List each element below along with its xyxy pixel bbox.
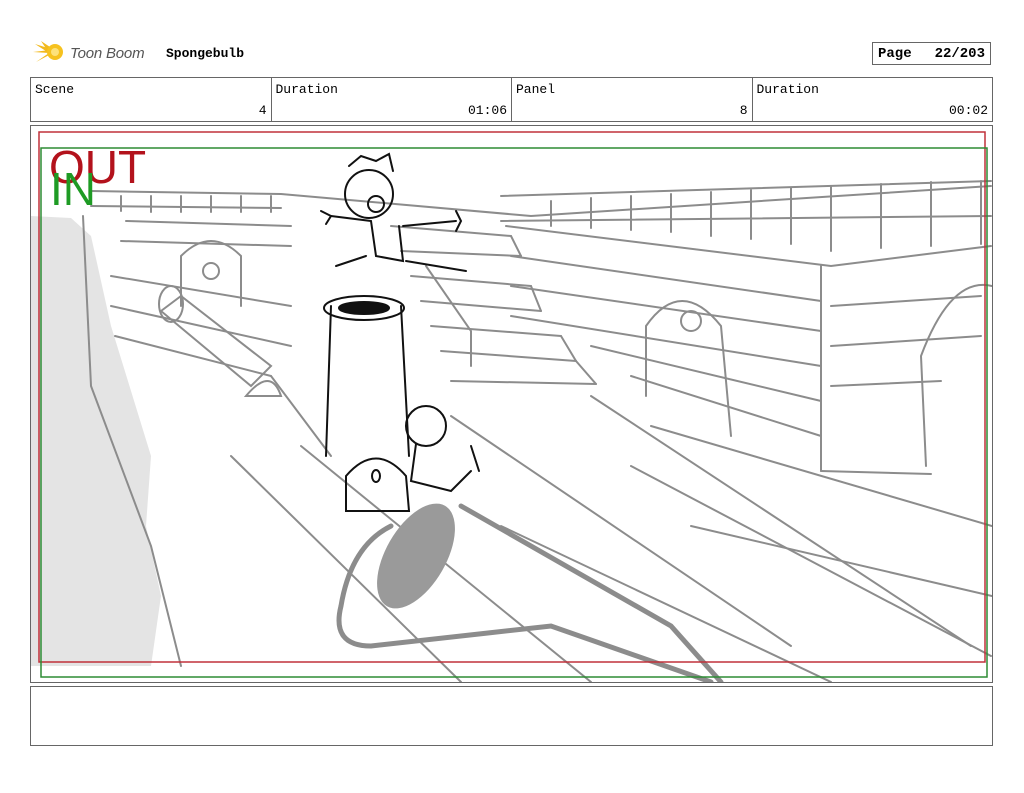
page-indicator: Page 22/203 [872,42,991,65]
scene-cell: Scene 4 [31,78,272,121]
page-number: 22/203 [934,45,985,62]
toon-boom-star-icon [33,41,63,62]
panel-duration-label: Duration [756,82,819,97]
scene-value: 4 [258,103,267,118]
logo-text: Toon Boom [70,44,145,62]
page-label: Page [878,45,912,62]
panel-cell: Panel 8 [512,78,753,121]
in-frame-label: IN [50,163,96,215]
toon-boom-logo: Toon Boom [33,37,145,69]
panel-duration-cell: Duration 00:02 [753,78,993,121]
project-title: Spongebulb [166,46,245,61]
panel-value: 8 [739,103,748,118]
scene-duration-value: 01:06 [467,103,507,118]
storyboard-panel: OUT IN [30,125,993,683]
scene-duration-cell: Duration 01:06 [272,78,512,121]
panel-sketch [31,131,992,682]
panel-label: Panel [516,82,556,97]
scene-info-bar: Scene 4 Duration 01:06 Panel 8 Duration … [30,77,993,122]
panel-notes-box[interactable] [30,686,993,746]
scene-duration-label: Duration [275,82,338,97]
panel-duration-value: 00:02 [948,103,988,118]
scene-label: Scene [35,82,75,97]
